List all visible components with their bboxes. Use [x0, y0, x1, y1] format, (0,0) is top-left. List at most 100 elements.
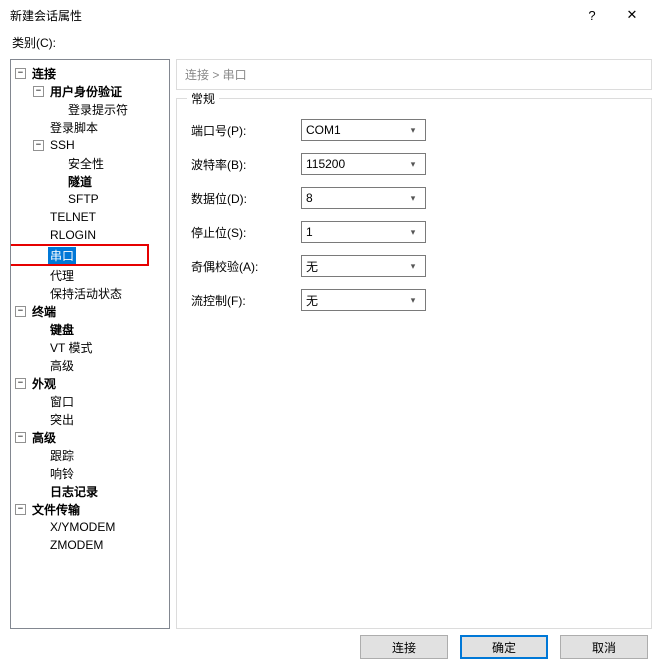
- chevron-down-icon: ▾: [405, 125, 421, 136]
- tree-label: TELNET: [48, 210, 98, 224]
- category-label: 类别(C):: [0, 30, 662, 59]
- general-group: 常规 端口号(P): COM1 ▾ 波特率(B): 115200 ▾ 数据位(D…: [176, 98, 652, 629]
- chevron-down-icon: ▾: [405, 193, 421, 204]
- flowctrl-label: 流控制(F):: [191, 292, 301, 309]
- tree-label: 日志记录: [48, 483, 100, 500]
- stopbits-combo[interactable]: 1 ▾: [301, 221, 426, 243]
- row-flowctrl: 流控制(F): 无 ▾: [191, 289, 637, 311]
- tree-item-loginscript[interactable]: 登录脚本: [11, 118, 169, 136]
- tree-item-highlight[interactable]: 突出: [11, 410, 169, 428]
- tree-item-vtmode[interactable]: VT 模式: [11, 338, 169, 356]
- tree-item-userauth[interactable]: − 用户身份验证: [11, 82, 169, 100]
- tree-label: 安全性: [66, 155, 106, 172]
- port-label: 端口号(P):: [191, 122, 301, 139]
- tree-item-log[interactable]: 日志记录: [11, 482, 169, 500]
- chevron-down-icon: ▾: [405, 227, 421, 238]
- row-port: 端口号(P): COM1 ▾: [191, 119, 637, 141]
- title-bar: 新建会话属性 ? ✕: [0, 0, 662, 30]
- tree-item-trace[interactable]: 跟踪: [11, 446, 169, 464]
- tree-label: VT 模式: [48, 339, 94, 356]
- tree-item-keyboard[interactable]: 键盘: [11, 320, 169, 338]
- tree-label: 保持活动状态: [48, 285, 124, 302]
- group-title: 常规: [187, 90, 219, 107]
- tree-item-security[interactable]: 安全性: [11, 154, 169, 172]
- port-combo[interactable]: COM1 ▾: [301, 119, 426, 141]
- tree-item-rlogin[interactable]: RLOGIN: [11, 226, 169, 244]
- row-baud: 波特率(B): 115200 ▾: [191, 153, 637, 175]
- tree-label: 文件传输: [30, 501, 82, 518]
- tree-item-terminal[interactable]: − 终端: [11, 302, 169, 320]
- content-area: − 连接 − 用户身份验证 登录提示符: [0, 59, 662, 629]
- tree-item-xymodem[interactable]: X/YMODEM: [11, 518, 169, 536]
- stopbits-label: 停止位(S):: [191, 224, 301, 241]
- tree-item-loginprompt[interactable]: 登录提示符: [11, 100, 169, 118]
- button-bar: 连接 确定 取消: [360, 635, 648, 659]
- cancel-button[interactable]: 取消: [560, 635, 648, 659]
- tree-item-connection[interactable]: − 连接: [11, 64, 169, 82]
- collapse-icon[interactable]: −: [33, 86, 44, 97]
- chevron-down-icon: ▾: [405, 261, 421, 272]
- databits-label: 数据位(D):: [191, 190, 301, 207]
- chevron-down-icon: ▾: [405, 295, 421, 306]
- tree-label: 连接: [30, 65, 58, 82]
- tree-label: SFTP: [66, 192, 101, 206]
- tree-item-bell[interactable]: 响铃: [11, 464, 169, 482]
- databits-value: 8: [306, 191, 405, 205]
- tree-label: 用户身份验证: [48, 83, 124, 100]
- baud-combo[interactable]: 115200 ▾: [301, 153, 426, 175]
- tree-item-tunnel[interactable]: 隧道: [11, 172, 169, 190]
- tree-item-window[interactable]: 窗口: [11, 392, 169, 410]
- tree-item-zmodem[interactable]: ZMODEM: [11, 536, 169, 554]
- tree-item-advanced[interactable]: − 高级: [11, 428, 169, 446]
- tree-label: 隧道: [66, 173, 94, 190]
- collapse-icon[interactable]: −: [15, 378, 26, 389]
- tree-item-filetransfer[interactable]: − 文件传输: [11, 500, 169, 518]
- category-tree[interactable]: − 连接 − 用户身份验证 登录提示符: [10, 59, 170, 629]
- flowctrl-value: 无: [306, 292, 405, 309]
- tree-label: 终端: [30, 303, 58, 320]
- parity-combo[interactable]: 无 ▾: [301, 255, 426, 277]
- settings-panel: 连接 > 串口 常规 端口号(P): COM1 ▾ 波特率(B): 115200…: [176, 59, 652, 629]
- stopbits-value: 1: [306, 225, 405, 239]
- collapse-icon[interactable]: −: [33, 140, 44, 151]
- baud-label: 波特率(B):: [191, 156, 301, 173]
- parity-label: 奇偶校验(A):: [191, 258, 301, 275]
- tree-label: 高级: [48, 357, 76, 374]
- tree-label: 登录提示符: [66, 101, 130, 118]
- collapse-icon[interactable]: −: [15, 306, 26, 317]
- tree-item-ssh[interactable]: − SSH: [11, 136, 169, 154]
- connect-button[interactable]: 连接: [360, 635, 448, 659]
- tree-item-serial[interactable]: 串口: [11, 246, 147, 264]
- close-icon[interactable]: ✕: [612, 7, 652, 23]
- tree-label: 键盘: [48, 321, 76, 338]
- tree-label: 代理: [48, 267, 76, 284]
- tree-item-sftp[interactable]: SFTP: [11, 190, 169, 208]
- window-title: 新建会话属性: [10, 7, 572, 24]
- tree-item-telnet[interactable]: TELNET: [11, 208, 169, 226]
- tree-label: 登录脚本: [48, 119, 100, 136]
- tree-label: 外观: [30, 375, 58, 392]
- collapse-icon[interactable]: −: [15, 432, 26, 443]
- tree-label: 跟踪: [48, 447, 76, 464]
- collapse-icon[interactable]: −: [15, 68, 26, 79]
- help-icon[interactable]: ?: [572, 8, 612, 23]
- tree-item-keepalive[interactable]: 保持活动状态: [11, 284, 169, 302]
- ok-button[interactable]: 确定: [460, 635, 548, 659]
- tree-label: 高级: [30, 429, 58, 446]
- databits-combo[interactable]: 8 ▾: [301, 187, 426, 209]
- row-stopbits: 停止位(S): 1 ▾: [191, 221, 637, 243]
- tree-item-advanced-t[interactable]: 高级: [11, 356, 169, 374]
- tree-label: 响铃: [48, 465, 76, 482]
- baud-value: 115200: [306, 157, 405, 171]
- tree-item-proxy[interactable]: 代理: [11, 266, 169, 284]
- tree-label: 窗口: [48, 393, 76, 410]
- tree-label: X/YMODEM: [48, 520, 117, 534]
- collapse-icon[interactable]: −: [15, 504, 26, 515]
- row-parity: 奇偶校验(A): 无 ▾: [191, 255, 637, 277]
- tree-item-appearance[interactable]: − 外观: [11, 374, 169, 392]
- tree-label: ZMODEM: [48, 538, 105, 552]
- tree-label: 突出: [48, 411, 76, 428]
- chevron-down-icon: ▾: [405, 159, 421, 170]
- flowctrl-combo[interactable]: 无 ▾: [301, 289, 426, 311]
- tree-label: 串口: [48, 247, 76, 264]
